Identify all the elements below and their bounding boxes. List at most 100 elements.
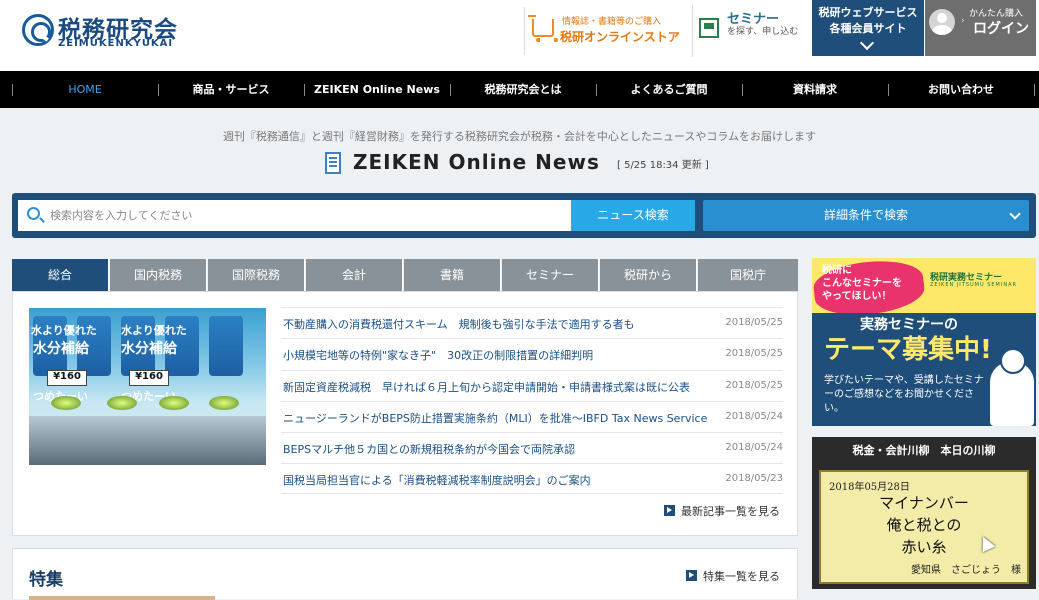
news-title[interactable]: BEPSマルチ他５カ国との新規租税条約が今国会で両院承認 — [283, 441, 721, 457]
seminar-subtitle: を探す、申し込む — [727, 27, 799, 37]
category-tabs: 総合 国内税務 国際税務 会計 書籍 セミナー 税研から 国税庁 — [12, 259, 798, 291]
chevron-down-icon — [1009, 208, 1021, 220]
nav-about[interactable]: 税務研究会とは — [450, 71, 596, 108]
bubble-line: こんなセミナーを — [822, 278, 902, 289]
site-header: 税務研究会 ZEIMUKENKYUKAI 情報誌・書籍等のご購入 税研オンライン… — [0, 0, 1039, 71]
news-list-item[interactable]: 国税当局担当官による「消費税軽減税率制度説明会」のご案内 2018/05/23 — [281, 463, 783, 494]
featured-image[interactable]: 水より優れた 水分補給 水より優れた 水分補給 ¥160 ¥160 つめたーい … — [29, 308, 266, 465]
senryu-author: 愛知県 さごじょう 様 — [911, 565, 1021, 576]
advanced-search-label: 詳細条件で検索 — [823, 208, 908, 222]
seminar-link[interactable]: セミナー を探す、申し込む — [692, 5, 808, 57]
cart-icon — [528, 15, 558, 42]
vending-button — [51, 396, 81, 410]
nav-home[interactable]: HOME — [12, 71, 158, 108]
tab-general[interactable]: 総合 — [12, 259, 109, 291]
web-service-label-1: 税研ウェブサービス — [818, 6, 918, 19]
news-list-item[interactable]: 新固定資産税減税 早ければ６月上旬から認定申請開始・申請書様式案は既に公表 20… — [281, 370, 783, 401]
user-avatar-icon — [929, 9, 955, 35]
senryu-heading: 税金・会計川柳 本日の川柳 — [852, 444, 996, 457]
bubble-line: 税研に — [822, 265, 852, 276]
nav-products[interactable]: 商品・サービス — [158, 71, 304, 108]
nav-separator — [1034, 84, 1035, 96]
senryu-line: 赤い糸 — [901, 538, 947, 556]
news-list-item[interactable]: 小規模宅地等の特例"家なき子" 30改正の制限措置の詳細判明 2018/05/2… — [281, 338, 783, 369]
vending-button — [107, 396, 137, 410]
online-store-link[interactable]: 情報誌・書籍等のご購入 税研オンラインストア — [524, 7, 685, 55]
seminar-board-icon — [699, 18, 719, 38]
image-label: 水より優れた — [31, 324, 97, 337]
logo-subtext: ZEIMUKENKYUKAI — [58, 38, 174, 49]
tab-accounting[interactable]: 会計 — [306, 259, 403, 291]
tab-international-tax[interactable]: 国際税務 — [208, 259, 305, 291]
newspaper-icon — [325, 152, 341, 174]
last-updated: [ 5/25 18:34 更新 ] — [617, 160, 709, 171]
image-label: 水分補給 — [121, 341, 177, 357]
news-title[interactable]: ニュージーランドがBEPS防止措置実施条約（MLI）を批准～IBFD Tax N… — [283, 410, 721, 426]
bottle-shape — [209, 316, 243, 376]
feature-panel: 特集 特集一覧を見る — [12, 548, 798, 600]
news-title[interactable]: 不動産購入の消費税還付スキーム 規制後も強引な手法で適用する者も — [283, 316, 721, 332]
arrow-right-icon — [664, 505, 675, 516]
tab-seminars[interactable]: セミナー — [502, 259, 599, 291]
banner-headline: テーマ募集中! — [824, 335, 992, 365]
seminar-logo-sub: ZEIKEN JITSUMU SEMINAR — [930, 282, 1017, 288]
news-date: 2018/05/24 — [725, 411, 783, 422]
senryu-card: 2018年05月28日 マイナンバー 俺と税との 赤い糸 愛知県 さごじょう 様 — [819, 470, 1029, 584]
price-tag: ¥160 — [129, 370, 169, 386]
tab-from-zeiken[interactable]: 税研から — [600, 259, 697, 291]
feature-list-label: 特集一覧を見る — [703, 570, 780, 583]
nav-faq[interactable]: よくあるご質問 — [596, 71, 742, 108]
search-field — [18, 200, 571, 231]
senryu-line: マイナンバー — [879, 494, 969, 512]
news-search-button[interactable]: ニュース検索 — [571, 200, 695, 231]
news-list-item[interactable]: 不動産購入の消費税還付スキーム 規制後も強引な手法で適用する者も 2018/05… — [281, 307, 783, 338]
global-nav: HOME 商品・サービス ZEIKEN Online News 税務研究会とは … — [0, 71, 1039, 108]
bubble-line: やってほしい！ — [822, 291, 892, 302]
logo-mark-icon — [22, 14, 54, 46]
chevron-down-icon — [859, 35, 875, 51]
feature-list-link[interactable]: 特集一覧を見る — [686, 568, 780, 584]
image-label: 水より優れた — [121, 324, 187, 337]
news-list-item[interactable]: BEPSマルチ他５カ国との新規租税条約が今国会で両院承認 2018/05/24 — [281, 432, 783, 463]
seminar-theme-banner[interactable]: 税研に こんなセミナーを やってほしい！ 税研実務セミナー ZEIKEN JIT… — [812, 258, 1036, 426]
news-date: 2018/05/25 — [725, 348, 783, 359]
store-caption: 情報誌・書籍等のご購入 — [562, 17, 662, 27]
site-tagline: 週刊『税務通信』と週刊『経営財務』を発行する税務研究会が税務・会計を中心としたニ… — [222, 130, 817, 143]
news-date: 2018/05/24 — [725, 442, 783, 453]
nav-online-news[interactable]: ZEIKEN Online News — [304, 71, 450, 108]
feature-thumbnail[interactable] — [29, 596, 215, 600]
advanced-search-button[interactable]: 詳細条件で検索 — [703, 200, 1029, 231]
search-bar: ニュース検索 詳細条件で検索 — [12, 193, 1036, 238]
senryu-line: 俺と税との — [886, 516, 962, 534]
senryu-banner[interactable]: 税金・会計川柳 本日の川柳 2018年05月28日 マイナンバー 俺と税との 赤… — [812, 437, 1036, 589]
page-title-text: ZEIKEN Online News — [353, 150, 600, 174]
login-button[interactable]: › かんたん購入 ログイン — [925, 0, 1036, 56]
arrow-right-icon — [686, 570, 697, 581]
tab-books[interactable]: 書籍 — [404, 259, 501, 291]
news-date: 2018/05/25 — [725, 317, 783, 328]
news-title[interactable]: 国税当局担当官による「消費税軽減税率制度説明会」のご案内 — [283, 472, 721, 488]
news-title[interactable]: 新固定資産税減税 早ければ６月上旬から認定申請開始・申請書様式案は既に公表 — [283, 379, 721, 395]
senryu-date: 2018年05月28日 — [829, 482, 910, 493]
search-icon — [27, 207, 40, 220]
store-label: 税研オンラインストア — [560, 30, 680, 44]
news-date: 2018/05/25 — [725, 380, 783, 391]
tab-nta[interactable]: 国税庁 — [698, 259, 798, 291]
web-service-label-2: 各種会員サイト — [829, 22, 907, 35]
banner-description: 学びたいテーマや、受講したセミナーのご感想などをお聞かせください。 — [824, 375, 984, 414]
news-title[interactable]: 小規模宅地等の特例"家なき子" 30改正の制限措置の詳細判明 — [283, 347, 721, 363]
chevron-right-icon: › — [961, 16, 965, 26]
web-service-button[interactable]: 税研ウェブサービス 各種会員サイト — [812, 0, 924, 56]
site-logo[interactable]: 税務研究会 ZEIMUKENKYUKAI — [22, 10, 182, 54]
image-label: 水分補給 — [33, 341, 89, 357]
feature-heading: 特集 — [29, 570, 63, 590]
vending-button — [209, 396, 239, 410]
search-input[interactable] — [50, 200, 565, 231]
news-list-item[interactable]: ニュージーランドがBEPS防止措置実施条約（MLI）を批准～IBFD Tax N… — [281, 401, 783, 432]
login-label: ログイン — [973, 21, 1029, 37]
nav-brochure[interactable]: 資料請求 — [742, 71, 888, 108]
tab-domestic-tax[interactable]: 国内税務 — [110, 259, 207, 291]
latest-articles-link[interactable]: 最新記事一覧を見る — [664, 503, 780, 519]
vending-shelf — [29, 416, 266, 465]
nav-contact[interactable]: お問い合わせ — [888, 71, 1034, 108]
